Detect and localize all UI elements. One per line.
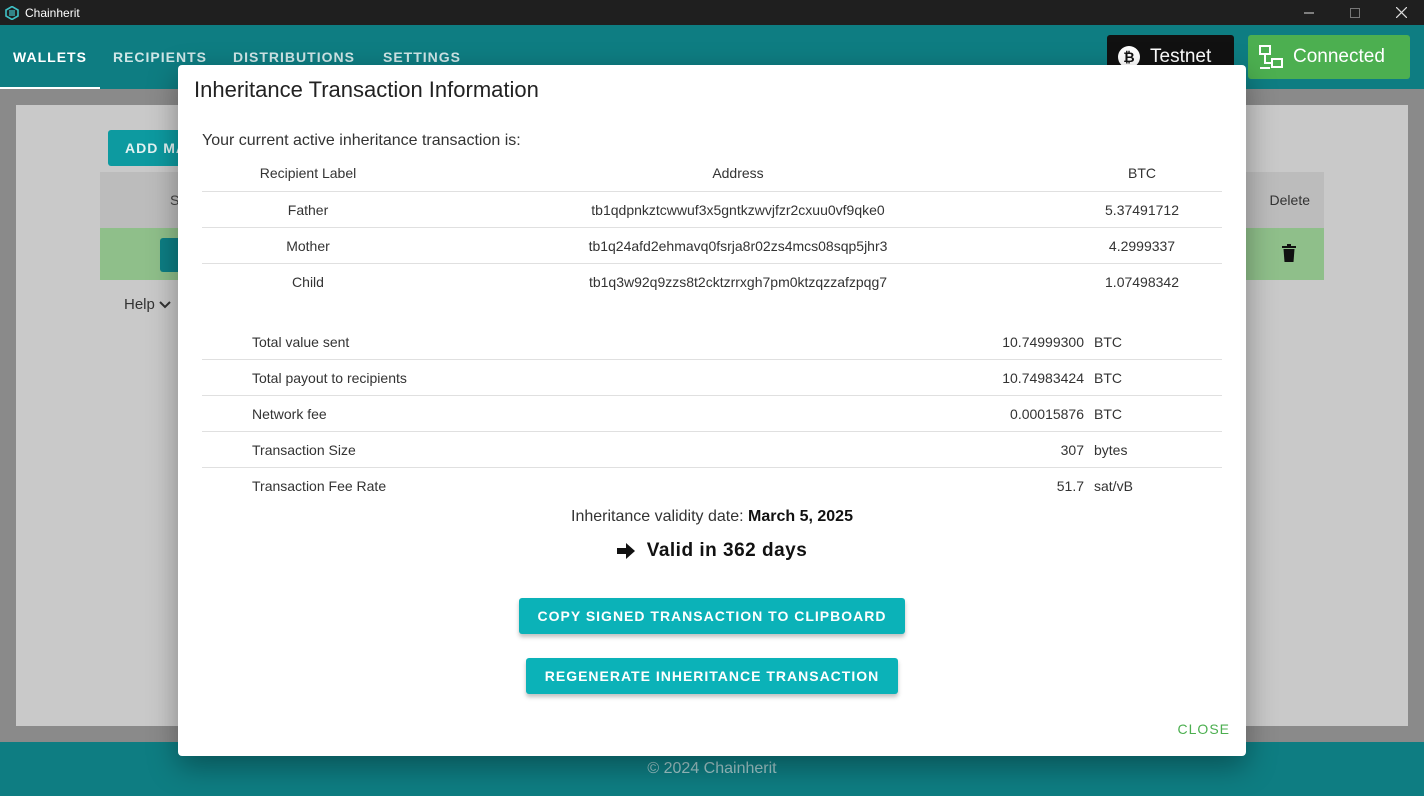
maximize-icon[interactable] [1332, 0, 1378, 25]
valid-in-days: Valid in 362 days [178, 540, 1246, 562]
validity-label: Inheritance validity date: [571, 508, 744, 525]
close-icon[interactable] [1378, 0, 1424, 25]
close-button[interactable]: CLOSE [1178, 721, 1230, 737]
dialog-title: Inheritance Transaction Information [194, 77, 539, 102]
header-recipient-label: Recipient Label [259, 164, 357, 181]
recipient-label: Mother [286, 237, 330, 254]
network-connected-icon [1259, 45, 1283, 69]
chevron-down-icon [159, 300, 171, 308]
summary-unit: BTC [1094, 405, 1122, 422]
recipients-table-header: Recipient Label Address BTC [202, 154, 1222, 192]
dialog-intro: Your current active inheritance transact… [202, 132, 521, 149]
summary-value: 10.74999300 [1002, 333, 1084, 350]
transaction-summary: Total value sent 10.74999300 BTC Total p… [202, 324, 1222, 504]
inheritance-transaction-dialog: Inheritance Transaction Information Your… [178, 65, 1246, 756]
summary-label: Total value sent [252, 333, 350, 350]
arrow-right-icon [616, 543, 635, 559]
copy-signed-transaction-button[interactable]: COPY SIGNED TRANSACTION TO CLIPBOARD [519, 598, 905, 634]
recipient-address: tb1qdpnkztcwwuf3x5gntkzwvjfzr2cxuu0vf9qk… [591, 201, 885, 218]
summary-unit: bytes [1094, 441, 1128, 458]
summary-value: 307 [1060, 441, 1084, 458]
summary-unit: BTC [1094, 333, 1122, 350]
minimize-icon[interactable] [1286, 0, 1332, 25]
recipients-table: Recipient Label Address BTC Father tb1qd… [202, 154, 1222, 300]
summary-label: Network fee [252, 405, 327, 422]
summary-unit: sat/vB [1094, 478, 1133, 494]
recipient-btc: 5.37491712 [1105, 201, 1179, 218]
summary-label: Transaction Size [252, 441, 356, 458]
summary-row: Transaction Size 307 bytes [202, 432, 1222, 468]
summary-row: Network fee 0.00015876 BTC [202, 396, 1222, 432]
validity-date-line: Inheritance validity date: March 5, 2025 [178, 508, 1246, 526]
summary-value: 10.74983424 [1002, 369, 1084, 386]
help-toggle[interactable]: Help [124, 296, 171, 313]
chainherit-logo-icon [5, 5, 19, 20]
table-row: Father tb1qdpnkztcwwuf3x5gntkzwvjfzr2cxu… [202, 192, 1222, 228]
recipient-btc: 4.2999337 [1108, 237, 1176, 254]
recipient-label: Father [287, 201, 329, 218]
recipient-address: tb1q24afd2ehmavq0fsrja8r02zs4mcs08sqp5jh… [588, 237, 888, 254]
validity-date: March 5, 2025 [748, 508, 853, 525]
summary-row: Total value sent 10.74999300 BTC [202, 324, 1222, 360]
table-row: Mother tb1q24afd2ehmavq0fsrja8r02zs4mcs0… [202, 228, 1222, 264]
header-address: Address [712, 164, 764, 181]
header-btc: BTC [1128, 164, 1156, 181]
valid-in-text: Valid in 362 days [646, 540, 808, 561]
summary-label: Total payout to recipients [252, 369, 407, 386]
table-row: Child tb1q3w92q9zzs8t2cktzrrxgh7pm0ktzqz… [202, 264, 1222, 300]
window-controls [1286, 0, 1424, 25]
recipient-address: tb1q3w92q9zzs8t2cktzrrxgh7pm0ktzqzzafzpq… [588, 274, 888, 290]
tab-wallets[interactable]: WALLETS [0, 25, 100, 89]
regenerate-transaction-button[interactable]: REGENERATE INHERITANCE TRANSACTION [526, 658, 898, 694]
summary-value: 0.00015876 [1010, 405, 1084, 422]
window-titlebar: Chainherit [0, 0, 1424, 25]
connection-label: Connected [1293, 46, 1385, 67]
summary-value: 51.7 [1056, 478, 1084, 494]
recipient-label: Child [292, 274, 324, 290]
summary-unit: BTC [1094, 369, 1122, 386]
window-title: Chainherit [25, 5, 80, 20]
help-label: Help [124, 296, 155, 313]
trash-icon[interactable] [1282, 244, 1296, 262]
summary-label: Transaction Fee Rate [252, 478, 387, 494]
summary-row: Total payout to recipients 10.74983424 B… [202, 360, 1222, 396]
connection-badge[interactable]: Connected [1248, 35, 1410, 79]
recipient-btc: 1.07498342 [1105, 274, 1179, 290]
table-header-delete: Delete [1269, 192, 1310, 208]
summary-row: Transaction Fee Rate 51.7 sat/vB [202, 468, 1222, 504]
